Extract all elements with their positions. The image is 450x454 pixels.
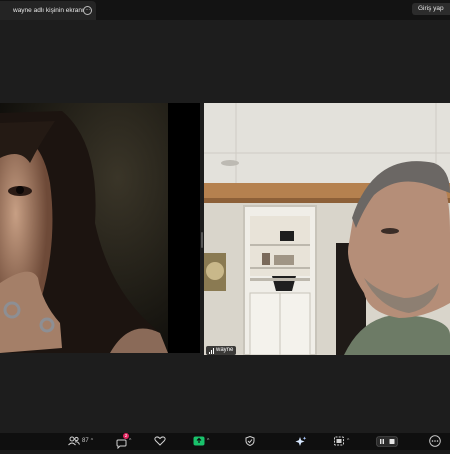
screen-share-tab[interactable]: wayne adlı kişinin ekranı ··· [0,1,96,20]
participants-button[interactable]: 87 ^ [68,435,93,447]
tab-title: wayne adlı kişinin ekranı [13,7,84,14]
ai-companion-button[interactable] [295,435,307,447]
pause-stop-controls[interactable] [376,435,398,447]
chat-button[interactable]: 2 ^ [116,433,131,450]
login-button[interactable]: Giriş yap [412,3,450,15]
share-screen-icon [193,436,205,446]
participants-count: 87 [82,438,89,444]
reactions-button[interactable] [154,435,166,447]
shield-icon [245,436,255,446]
participants-caret-icon[interactable]: ^ [91,438,93,444]
title-bar: wayne adlı kişinin ekranı ··· Giriş yap [0,0,450,20]
participants-icon [68,436,80,446]
participant-video-left[interactable] [0,103,200,353]
tab-menu-icon[interactable]: ··· [83,6,92,15]
signal-icon [209,347,214,354]
participant-video-right[interactable] [204,103,450,355]
view-caret-icon[interactable]: ^ [347,438,349,444]
chat-icon [116,439,127,450]
more-icon [429,435,441,447]
man-room-image [204,103,450,355]
meeting-toolbar: 87 ^ 2 ^ ^ ^ [0,433,450,450]
view-icon [334,436,344,446]
participant-name-tag: wayne [206,346,237,355]
security-button[interactable] [245,435,255,447]
share-caret-icon[interactable]: ^ [207,438,209,444]
pause-stop-icon [376,435,398,447]
more-button[interactable] [429,435,441,447]
chat-caret-icon[interactable]: ^ [129,438,131,444]
view-button[interactable]: ^ [333,435,349,447]
woman-portrait-image [0,103,200,353]
participant-name: wayne [216,347,234,353]
reactions-icon [154,436,166,446]
ai-companion-icon [295,436,307,446]
share-screen-button[interactable]: ^ [193,435,209,447]
chat-badge: 2 [123,433,129,439]
split-divider-handle[interactable] [201,232,203,248]
